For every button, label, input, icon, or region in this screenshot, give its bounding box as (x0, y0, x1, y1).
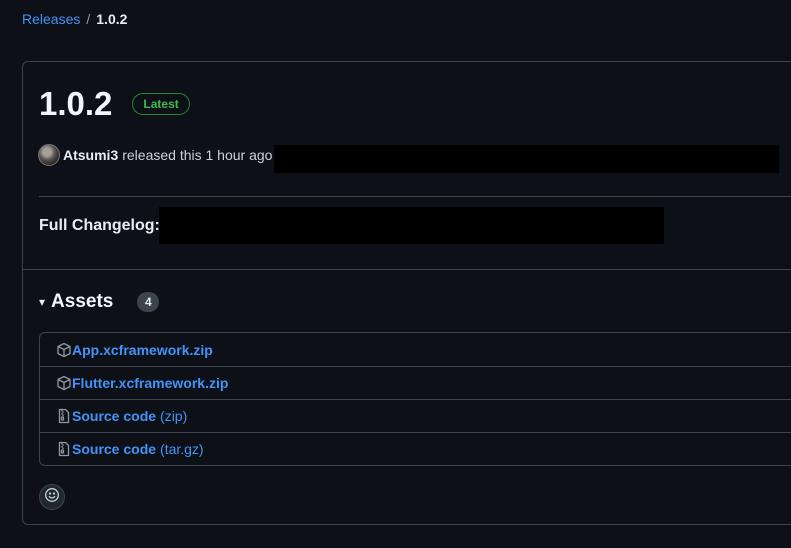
divider (23, 269, 791, 270)
breadcrumb: Releases / 1.0.2 (22, 10, 127, 28)
asset-row[interactable]: App.xcframework.zip (40, 333, 791, 366)
release-card: 1.0.2 Latest Atsumi3 released this 1 hou… (22, 61, 791, 525)
asset-link[interactable]: Source code (72, 408, 156, 424)
divider (39, 196, 791, 197)
released-time-text: released this 1 hour ago (122, 147, 273, 163)
assets-title: Assets (51, 291, 114, 312)
release-author-row: Atsumi3 released this 1 hour ago (38, 144, 272, 166)
smiley-icon (44, 487, 60, 508)
latest-badge: Latest (132, 93, 190, 115)
asset-row[interactable]: Source code (tar.gz) (40, 432, 791, 465)
asset-link[interactable]: App.xcframework.zip (72, 342, 213, 358)
asset-row[interactable]: Flutter.xcframework.zip (40, 366, 791, 399)
assets-count-badge: 4 (137, 292, 160, 312)
package-icon (56, 375, 72, 391)
package-icon (56, 342, 72, 358)
full-changelog-label: Full Changelog: (39, 217, 160, 234)
release-title-row: 1.0.2 Latest (39, 84, 190, 124)
breadcrumb-current: 1.0.2 (96, 11, 128, 27)
triangle-down-icon: ▾ (39, 295, 46, 309)
add-reaction-button[interactable] (39, 484, 65, 510)
breadcrumb-separator: / (86, 11, 91, 27)
asset-list: App.xcframework.zip Flutter.xcframework.… (39, 332, 791, 466)
redacted-block (159, 207, 664, 244)
avatar[interactable] (38, 144, 60, 166)
redacted-block (274, 145, 779, 173)
file-zip-icon (56, 441, 72, 457)
asset-format[interactable]: (zip) (160, 408, 187, 424)
file-zip-icon (56, 408, 72, 424)
asset-link[interactable]: Source code (72, 441, 156, 457)
asset-format[interactable]: (tar.gz) (160, 441, 204, 457)
assets-toggle[interactable]: ▾ Assets 4 (39, 291, 160, 313)
release-title[interactable]: 1.0.2 (39, 84, 112, 124)
asset-link[interactable]: Flutter.xcframework.zip (72, 375, 228, 391)
author-link[interactable]: Atsumi3 (63, 145, 118, 165)
breadcrumb-releases-link[interactable]: Releases (22, 10, 80, 28)
asset-row[interactable]: Source code (zip) (40, 399, 791, 432)
